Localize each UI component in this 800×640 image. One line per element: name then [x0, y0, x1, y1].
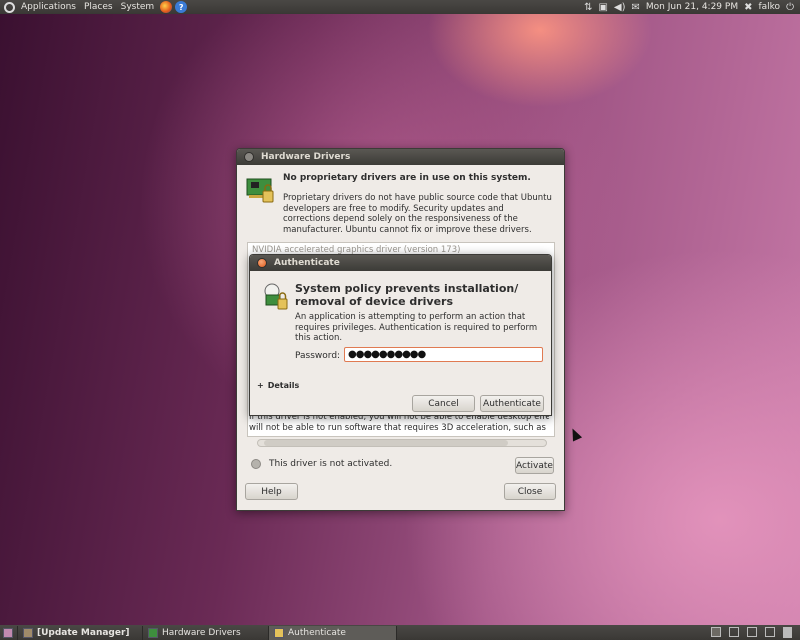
- update-manager-icon: [23, 627, 33, 638]
- driver-status: This driver is not activated.: [269, 459, 393, 469]
- workspace-4-icon[interactable]: [765, 627, 775, 637]
- window-title: Hardware Drivers: [261, 152, 351, 162]
- driver-description-line-2: will not be able to run software that re…: [249, 422, 549, 433]
- ubuntu-logo-icon[interactable]: [4, 1, 15, 13]
- auth-description: An application is attempting to perform …: [295, 312, 538, 343]
- activate-button[interactable]: Activate: [515, 457, 554, 474]
- taskbar-item-hardware-drivers[interactable]: Hardware Drivers: [143, 625, 269, 640]
- user-name[interactable]: falko: [758, 2, 780, 12]
- authenticate-icon: [274, 627, 284, 638]
- policy-heading: System policy prevents installation/ rem…: [295, 282, 519, 308]
- horizontal-scrollbar[interactable]: [257, 439, 547, 447]
- authenticate-dialog: Authenticate System policy prevents inst…: [249, 254, 552, 416]
- top-panel: Applications Places System ? ⇅ ▣ ◀) ✉ Mo…: [0, 0, 800, 14]
- network-icon[interactable]: ⇅: [584, 2, 592, 13]
- scrollbar-thumb[interactable]: [264, 440, 508, 446]
- bottom-panel: [Update Manager] Hardware Drivers Authen…: [0, 625, 800, 640]
- workspace-2-icon[interactable]: [729, 627, 739, 637]
- authenticate-titlebar[interactable]: Authenticate: [250, 255, 551, 271]
- help-button[interactable]: Help: [245, 483, 298, 500]
- close-button[interactable]: Close: [504, 483, 556, 500]
- power-icon[interactable]: ⏻: [786, 2, 794, 13]
- help-icon[interactable]: ?: [175, 1, 188, 13]
- hardware-drivers-titlebar[interactable]: Hardware Drivers: [237, 149, 564, 165]
- desktop-icon: [3, 627, 13, 638]
- places-menu[interactable]: Places: [80, 2, 117, 12]
- applications-menu[interactable]: Applications: [17, 2, 80, 12]
- taskbar-label: [Update Manager]: [37, 627, 130, 638]
- no-drivers-heading: No proprietary drivers are in use on thi…: [283, 173, 531, 183]
- details-expander[interactable]: + Details: [257, 381, 299, 390]
- hardware-card-icon: [246, 178, 274, 203]
- mouse-cursor-icon: [567, 426, 583, 442]
- firefox-icon[interactable]: [160, 1, 173, 13]
- show-desktop-button[interactable]: [0, 625, 18, 640]
- details-label[interactable]: Details: [268, 381, 300, 390]
- taskbar-item-authenticate[interactable]: Authenticate: [269, 625, 397, 640]
- expander-toggle-icon[interactable]: +: [257, 381, 264, 390]
- workspace-switcher-icon[interactable]: [711, 627, 721, 637]
- hardware-drivers-icon: [148, 627, 158, 638]
- volume-icon[interactable]: ◀): [614, 2, 626, 13]
- close-icon[interactable]: [257, 258, 267, 268]
- password-label: Password:: [295, 351, 341, 361]
- taskbar-label: Hardware Drivers: [162, 627, 241, 638]
- update-notifier-icon[interactable]: ▣: [598, 2, 607, 13]
- clock[interactable]: Mon Jun 21, 4:29 PM: [646, 2, 738, 12]
- tray-area: [711, 627, 800, 638]
- workspace-3-icon[interactable]: [747, 627, 757, 637]
- authenticate-button[interactable]: Authenticate: [480, 395, 544, 412]
- password-input[interactable]: [344, 347, 543, 362]
- cancel-button[interactable]: Cancel: [412, 395, 475, 412]
- device-lock-icon: [264, 283, 288, 310]
- status-indicator-icon: [251, 459, 261, 469]
- user-icon: ✖: [744, 1, 753, 13]
- proprietary-description: Proprietary drivers do not have public s…: [283, 193, 552, 235]
- taskbar-item-update-manager[interactable]: [Update Manager]: [18, 625, 143, 640]
- close-icon[interactable]: [244, 152, 254, 162]
- dialog-title: Authenticate: [274, 258, 340, 268]
- trash-icon[interactable]: [783, 627, 792, 638]
- taskbar-label: Authenticate: [288, 627, 346, 638]
- mail-icon[interactable]: ✉: [632, 2, 640, 13]
- system-menu[interactable]: System: [117, 2, 159, 12]
